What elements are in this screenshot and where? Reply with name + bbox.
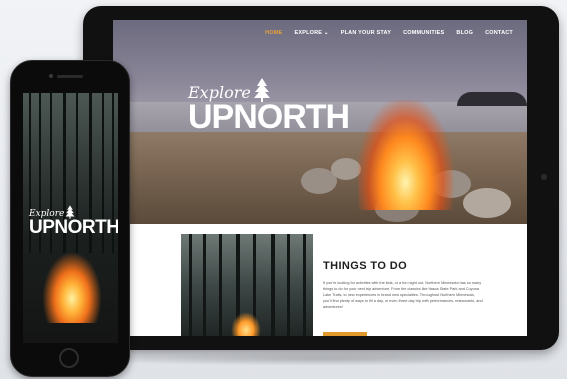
tablet-screen: HOME EXPLORE ⌄ PLAN YOUR STAY COMMUNITIE…	[113, 20, 527, 336]
device-shadow	[90, 352, 560, 366]
phone-screen: Explore UPNORTH	[23, 93, 118, 343]
chevron-down-icon: ⌄	[323, 30, 329, 36]
campfire	[231, 312, 261, 336]
tree-trunk	[303, 234, 306, 336]
section-paragraph: If you're looking for activities with th…	[323, 281, 483, 309]
things-to-do-section: THINGS TO DO If you're looking for activ…	[113, 224, 527, 336]
tablet-device: HOME EXPLORE ⌄ PLAN YOUR STAY COMMUNITIE…	[83, 6, 559, 350]
phone-logo-brand: UPNORTH	[29, 217, 118, 238]
tree-trunk	[219, 234, 222, 336]
logo-brand-text: UPNORTH	[188, 98, 350, 136]
phone-logo[interactable]: Explore UPNORTH	[29, 205, 118, 237]
campfire	[43, 253, 101, 323]
nav-communities[interactable]: COMMUNITIES	[403, 30, 444, 36]
phone-camera	[49, 74, 53, 78]
rock	[463, 188, 511, 218]
section-heading: THINGS TO DO	[323, 260, 408, 272]
tree-trunk	[271, 234, 275, 336]
site-logo[interactable]: Explore UPNORTH	[188, 78, 350, 136]
nav-blog[interactable]: BLOG	[456, 30, 473, 36]
home-button[interactable]	[59, 348, 79, 368]
learn-more-button[interactable]	[323, 332, 367, 336]
phone-speaker	[57, 75, 83, 78]
tablet-camera	[541, 174, 547, 180]
tree-trunk	[203, 234, 206, 336]
hero-banner: HOME EXPLORE ⌄ PLAN YOUR STAY COMMUNITIE…	[113, 20, 527, 224]
tree-trunk	[287, 234, 290, 336]
campfire	[358, 100, 453, 210]
nav-plan-your-stay[interactable]: PLAN YOUR STAY	[341, 30, 391, 36]
treeline	[457, 92, 527, 106]
forest-image	[181, 234, 313, 336]
phone-device: Explore UPNORTH	[10, 60, 130, 377]
nav-contact[interactable]: CONTACT	[485, 30, 513, 36]
tree-trunk	[189, 234, 192, 336]
main-nav: HOME EXPLORE ⌄ PLAN YOUR STAY COMMUNITIE…	[265, 30, 513, 36]
nav-explore[interactable]: EXPLORE ⌄	[294, 30, 328, 36]
rock	[331, 158, 361, 180]
nav-explore-label: EXPLORE	[294, 30, 323, 36]
nav-home[interactable]: HOME	[265, 30, 282, 36]
